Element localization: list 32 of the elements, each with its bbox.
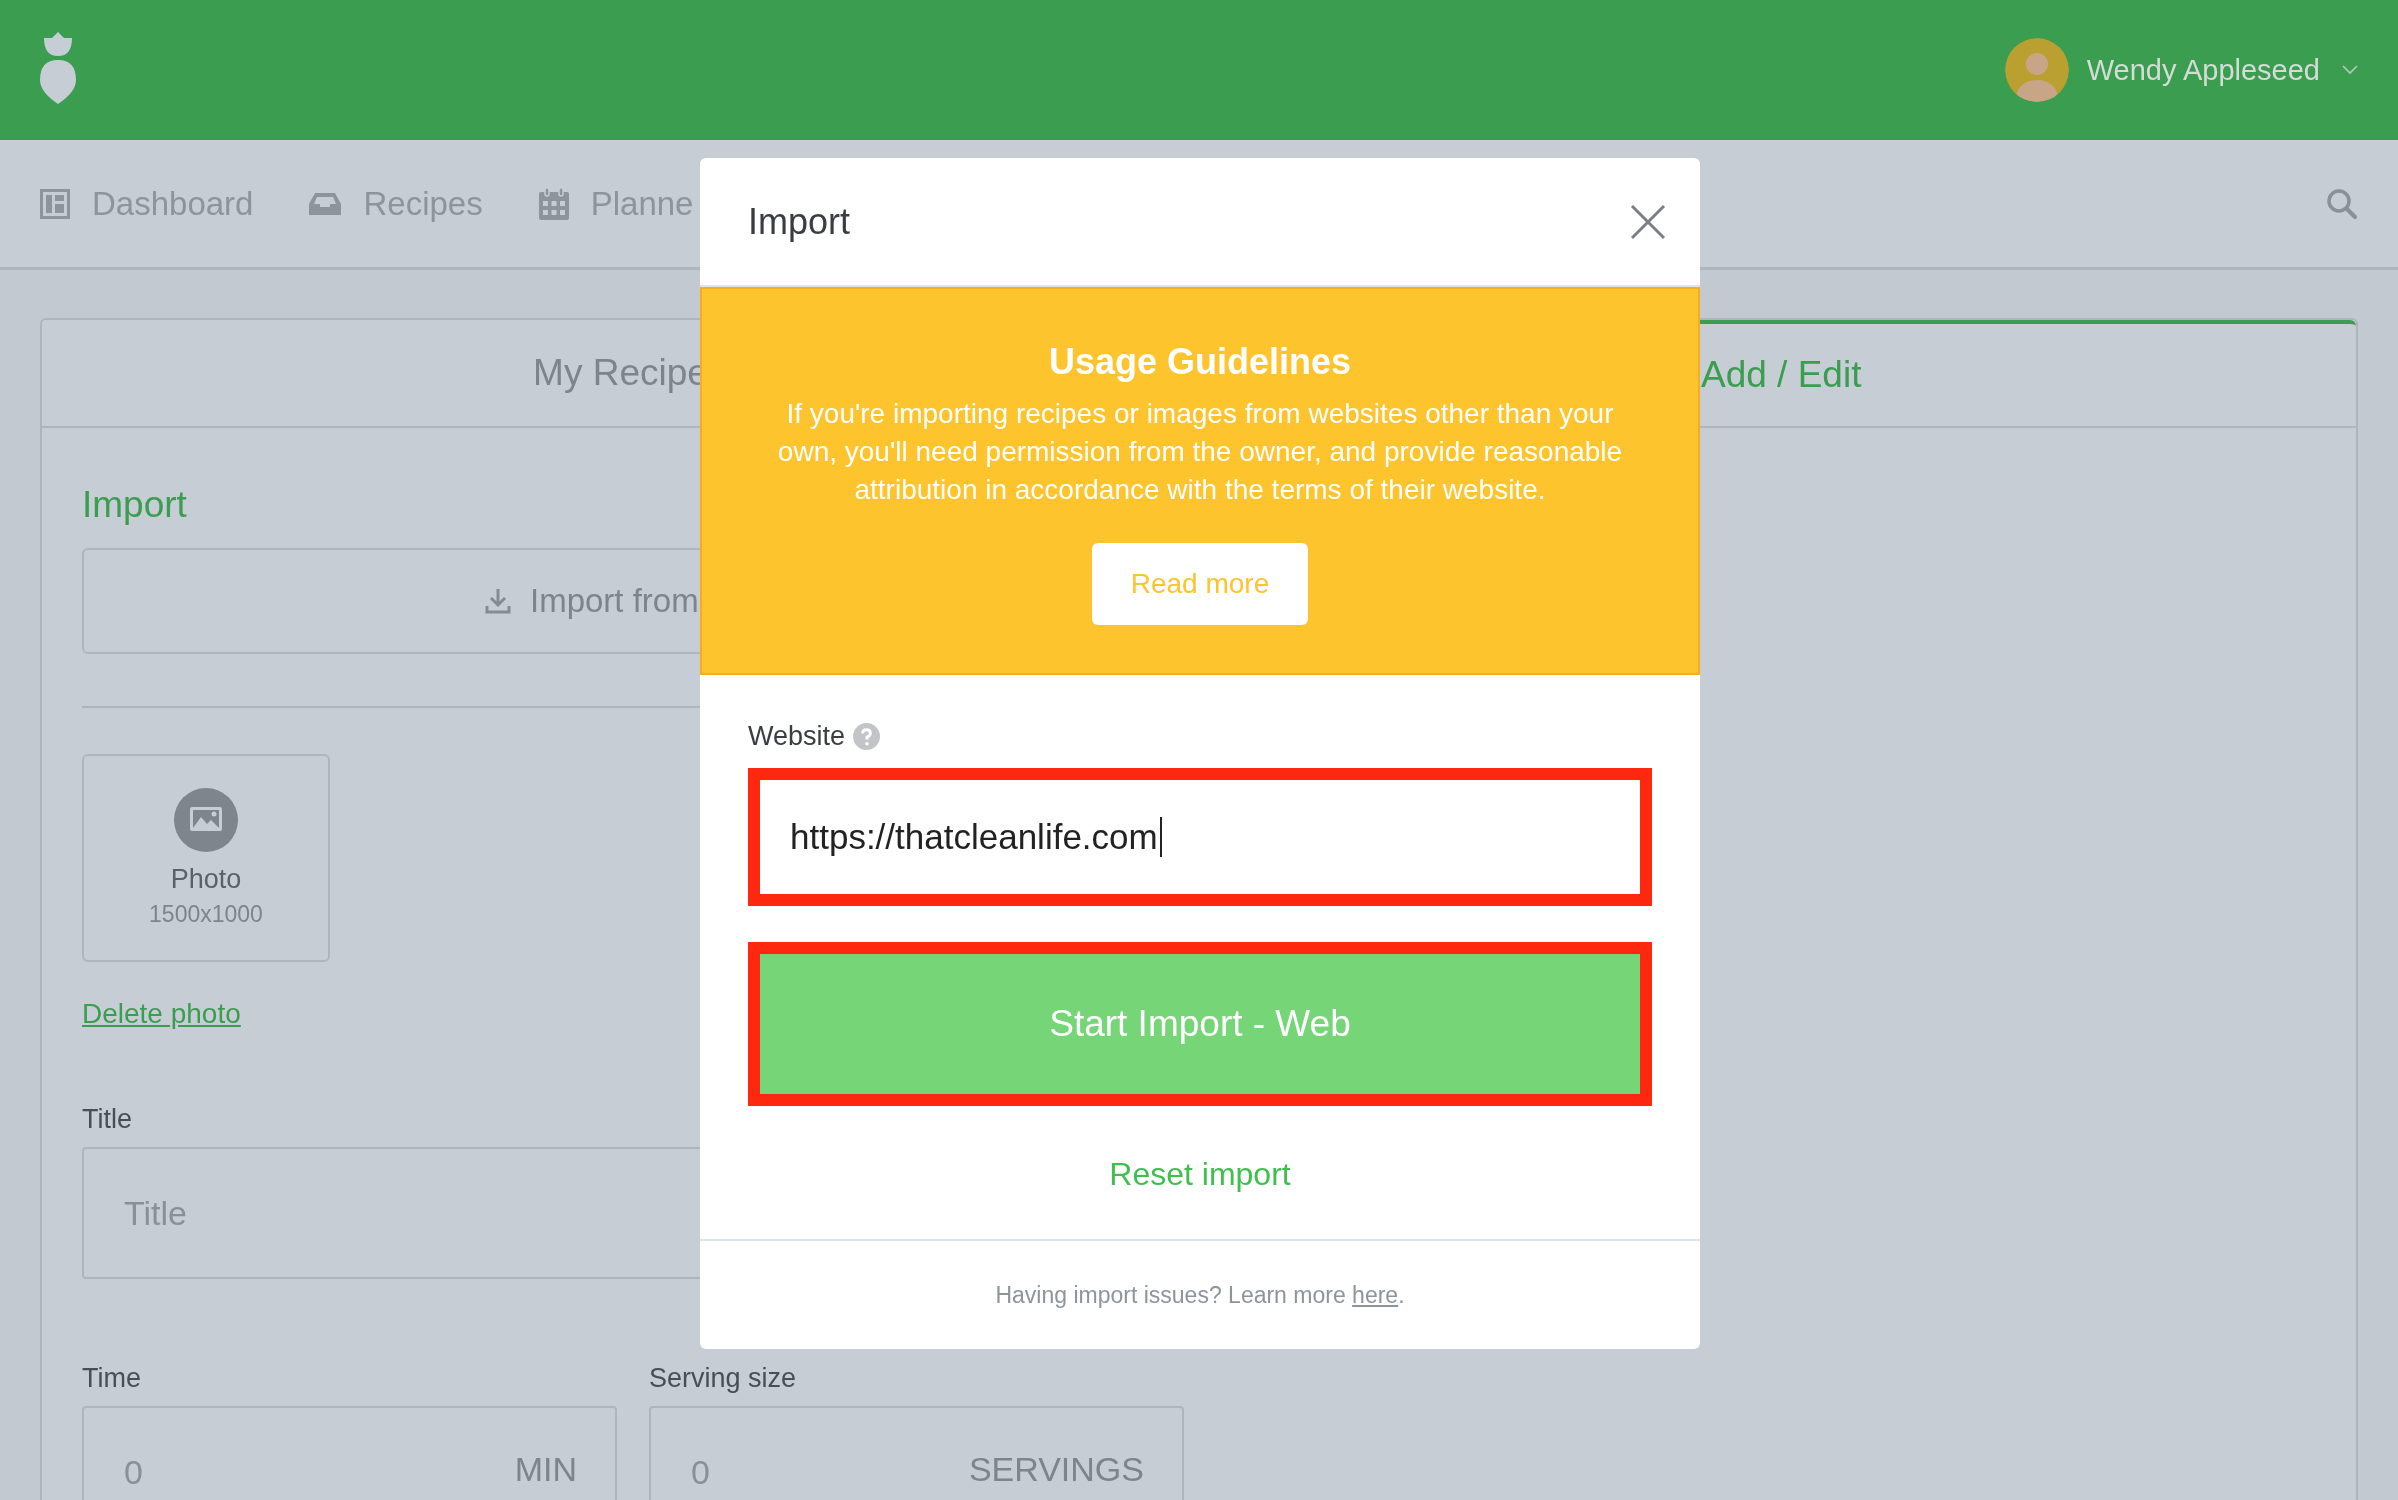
- delete-photo-link[interactable]: Delete photo: [82, 998, 241, 1030]
- image-icon: [174, 788, 238, 852]
- photo-label: Photo: [170, 864, 242, 895]
- help-link[interactable]: here: [1352, 1281, 1399, 1308]
- text-cursor: [1160, 817, 1162, 857]
- nav-item[interactable]: Dashboard: [40, 184, 254, 223]
- download-icon: [484, 587, 512, 615]
- logo-icon: [40, 32, 76, 104]
- dashboard-icon: [40, 188, 70, 219]
- field-label: Website: [748, 721, 846, 752]
- help-icon[interactable]: [853, 723, 881, 750]
- calendar-icon: [538, 187, 569, 220]
- unit-label: MIN: [514, 1450, 577, 1489]
- start-import-button[interactable]: Start Import - Web: [748, 942, 1652, 1106]
- dialog-title: Import: [748, 200, 851, 243]
- user-name[interactable]: Wendy Appleseed: [2086, 53, 2320, 87]
- nav-item[interactable]: Recipes: [309, 184, 483, 223]
- chevron-down-icon[interactable]: [2342, 65, 2358, 75]
- section-heading: Import: [82, 484, 187, 526]
- help-note: Having import issues? Learn more here.: [995, 1281, 1405, 1309]
- photo-upload[interactable]: Photo 1500x1000: [82, 754, 330, 962]
- read-more-button[interactable]: Read more: [1092, 543, 1308, 625]
- tray-icon: [309, 191, 342, 216]
- search-icon[interactable]: [2326, 187, 2358, 220]
- photo-size: 1500x1000: [149, 901, 263, 928]
- field-label: Title: [82, 1104, 133, 1135]
- nav-item[interactable]: Planne: [538, 184, 694, 223]
- field-label: Time: [82, 1363, 142, 1394]
- field-label: Serving size: [649, 1363, 798, 1394]
- unit-label: SERVINGS: [968, 1450, 1144, 1489]
- website-field[interactable]: https://thatcleanlife.com: [748, 768, 1652, 906]
- close-icon[interactable]: [1630, 203, 1666, 240]
